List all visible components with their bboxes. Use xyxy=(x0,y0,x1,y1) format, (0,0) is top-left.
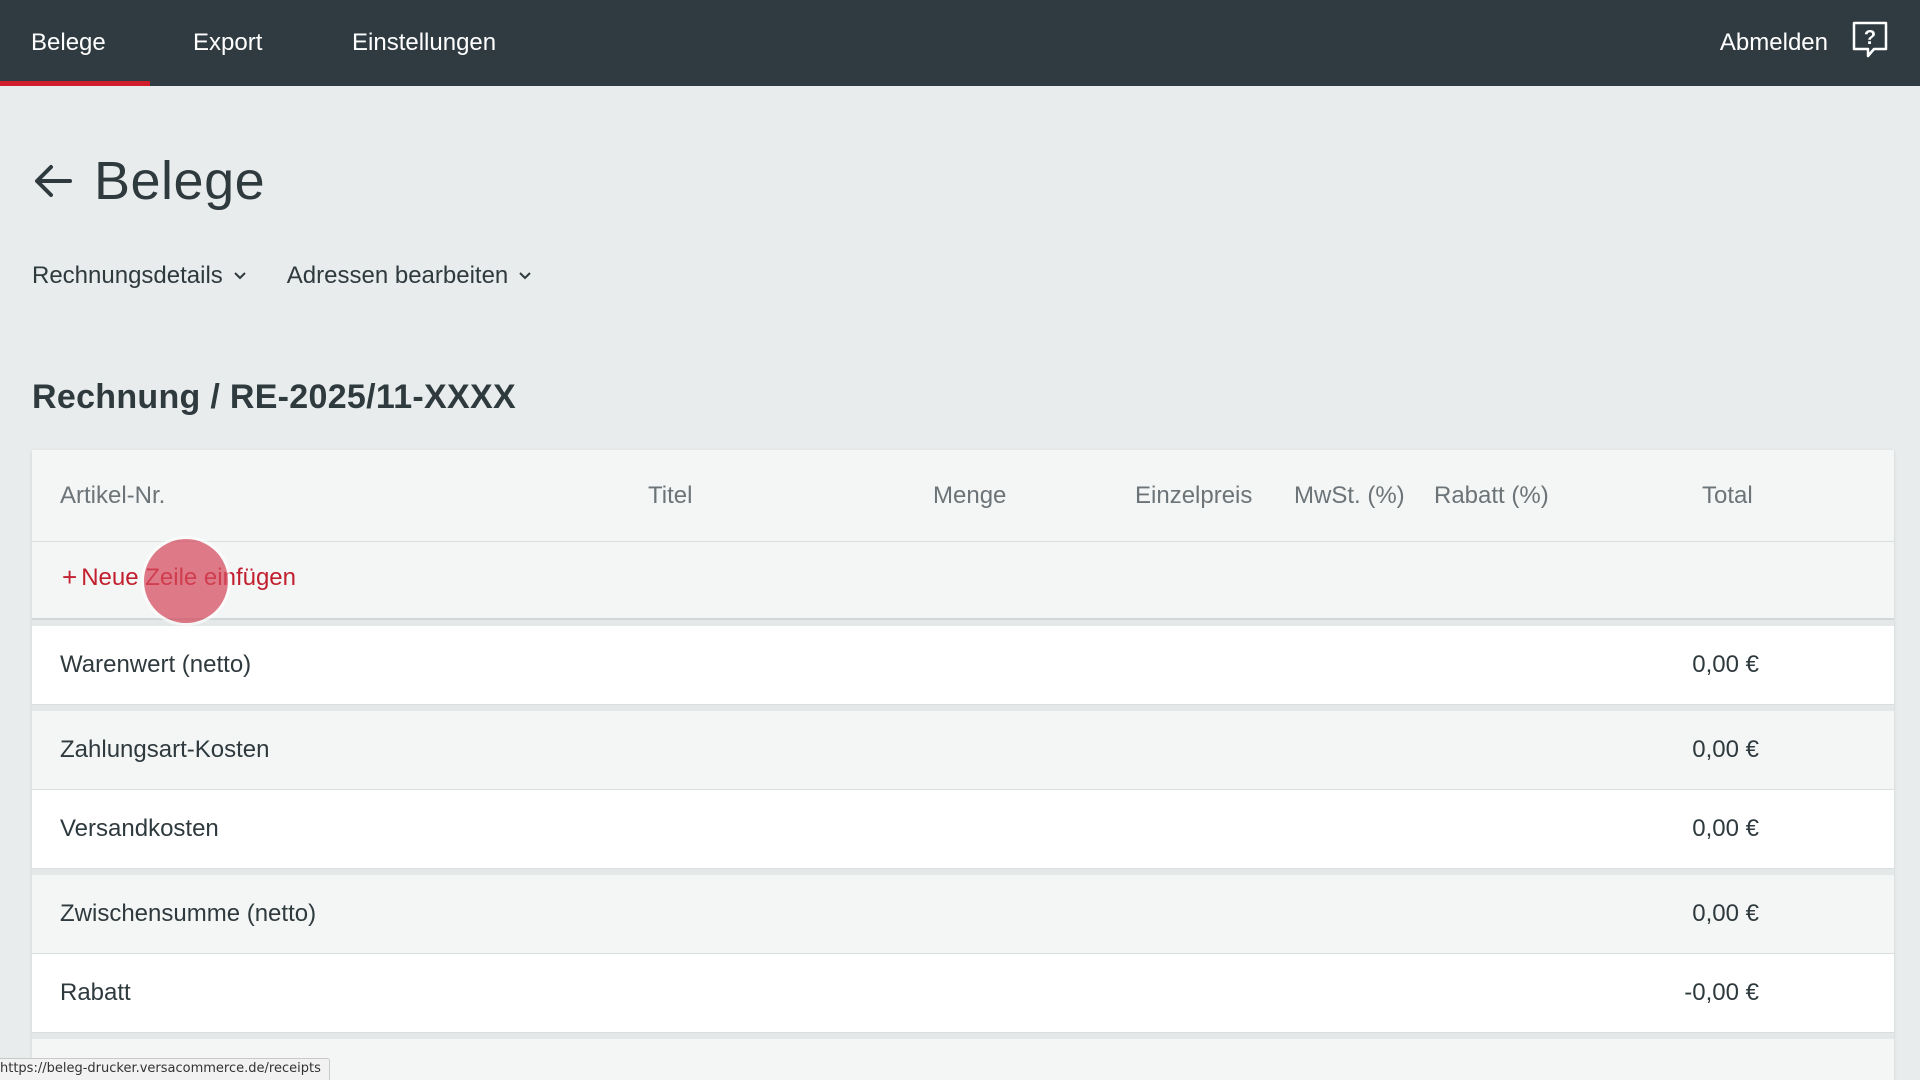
rechnungsdetails-dropdown[interactable]: Rechnungsdetails xyxy=(32,262,247,290)
document-title: Rechnung / RE-2025/11-XXXX xyxy=(32,378,516,416)
arrow-left-icon xyxy=(35,165,72,197)
chevron-down-icon xyxy=(519,272,531,280)
summary-value: 0,00 € xyxy=(1692,736,1759,763)
tab-label: Export xyxy=(193,29,263,56)
tab-export[interactable]: Export xyxy=(150,0,311,86)
summary-row-warenwert: Warenwert (netto) 0,00 € xyxy=(32,626,1894,705)
top-navigation: Belege Export Einstellungen Abmelden ? xyxy=(0,0,1920,86)
plus-icon: + xyxy=(62,562,78,592)
add-row-area: + Neue Zeile einfügen xyxy=(32,539,1894,623)
summary-value: 0,00 € xyxy=(1692,900,1759,927)
add-row-label: Neue Zeile einfügen xyxy=(81,563,297,591)
column-header-rabatt: Rabatt (%) xyxy=(1434,482,1549,509)
back-button[interactable] xyxy=(28,156,78,206)
dropdown-label: Adressen bearbeiten xyxy=(286,262,509,289)
help-bubble-icon: ? xyxy=(1852,21,1888,58)
chevron-down-icon xyxy=(234,272,246,280)
page-title: Belege xyxy=(94,151,266,211)
invoice-table: Artikel-Nr. Titel Menge Einzelpreis MwSt… xyxy=(32,450,1894,1080)
tab-label: Belege xyxy=(31,29,106,56)
summary-value: -0,00 € xyxy=(1684,979,1759,1006)
column-header-artikel-nr: Artikel-Nr. xyxy=(60,482,166,509)
summary-value: 0,00 € xyxy=(1692,651,1759,678)
detail-dropdowns: Rechnungsdetails Adressen bearbeiten xyxy=(32,262,532,290)
column-header-mwst: MwSt. (%) xyxy=(1294,482,1405,509)
summary-value: 0,00 € xyxy=(1692,815,1759,842)
svg-text:?: ? xyxy=(1864,27,1876,49)
summary-label: Rabatt xyxy=(60,979,131,1006)
summary-label: Versandkosten xyxy=(60,815,219,842)
column-header-total: Total xyxy=(1702,482,1753,509)
tab-einstellungen[interactable]: Einstellungen xyxy=(311,0,527,86)
summary-row-rabatt: Rabatt -0,00 € xyxy=(32,954,1894,1033)
tab-belege[interactable]: Belege xyxy=(0,0,150,86)
table-header: Artikel-Nr. Titel Menge Einzelpreis MwSt… xyxy=(32,450,1894,542)
column-header-einzelpreis: Einzelpreis xyxy=(1135,482,1253,509)
dropdown-label: Rechnungsdetails xyxy=(32,262,223,289)
summary-row-versandkosten: Versandkosten 0,00 € xyxy=(32,790,1894,869)
column-header-menge: Menge xyxy=(933,482,1007,509)
tab-label: Einstellungen xyxy=(352,29,497,56)
summary-label: Zahlungsart-Kosten xyxy=(60,736,270,763)
adressen-bearbeiten-dropdown[interactable]: Adressen bearbeiten xyxy=(287,262,532,290)
help-button[interactable]: ? xyxy=(1850,20,1890,60)
logout-label: Abmelden xyxy=(1719,29,1828,56)
column-header-titel: Titel xyxy=(648,482,693,509)
page-header: Belege xyxy=(32,150,265,212)
add-row-button[interactable]: + Neue Zeile einfügen xyxy=(62,562,296,593)
link-status-bar: https://beleg-drucker.versacommerce.de/r… xyxy=(0,1058,330,1080)
summary-label: Zwischensumme (netto) xyxy=(60,900,317,927)
summary-label: Warenwert (netto) xyxy=(60,651,252,678)
summary-row-zahlungsart-kosten: Zahlungsart-Kosten 0,00 € xyxy=(32,711,1894,790)
summary-row-zwischensumme: Zwischensumme (netto) 0,00 € xyxy=(32,875,1894,954)
